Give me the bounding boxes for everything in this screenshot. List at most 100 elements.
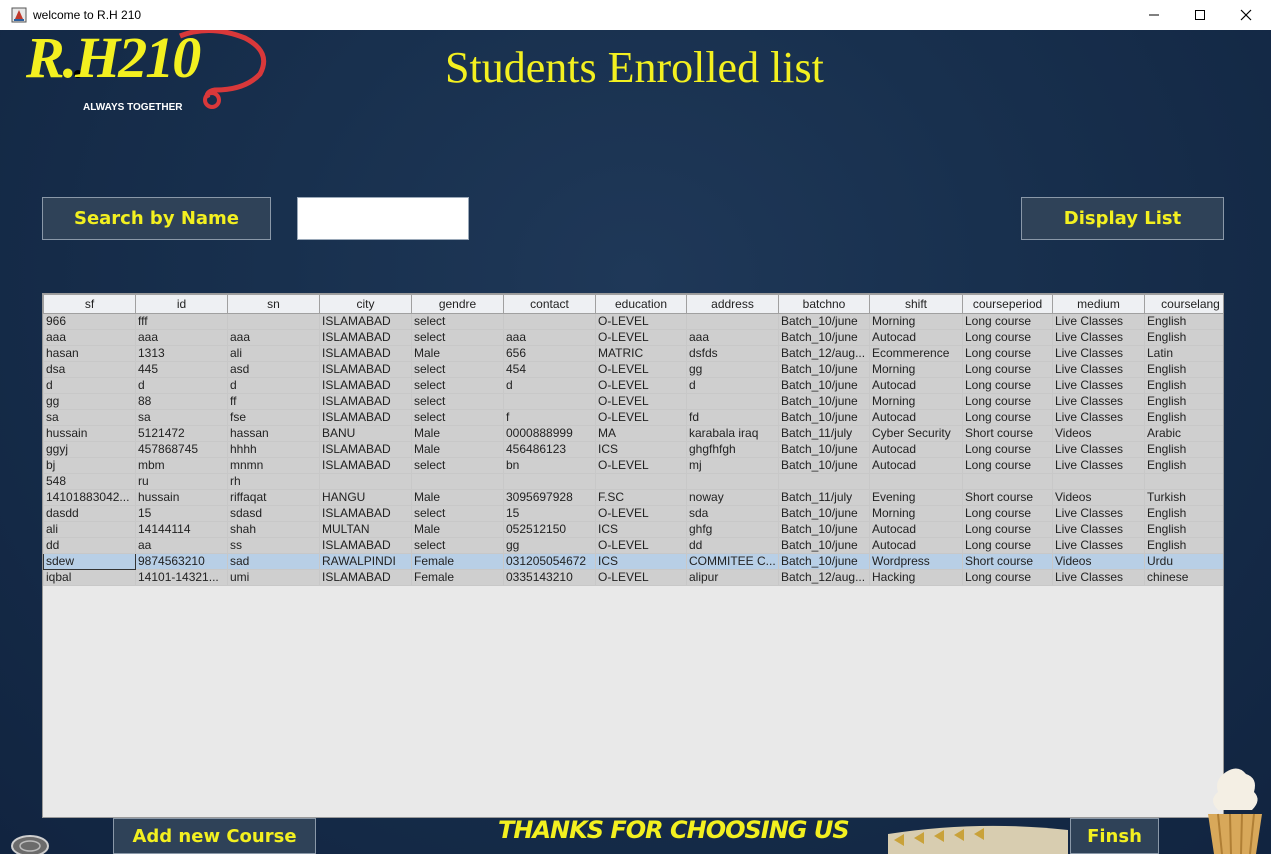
table-cell-medium[interactable]: Videos: [1052, 553, 1145, 570]
table-cell-education[interactable]: ICS: [595, 521, 687, 538]
table-cell-sf[interactable]: ggyj: [43, 441, 136, 458]
table-cell-sn[interactable]: ff: [227, 393, 320, 410]
table-cell-sf[interactable]: dd: [43, 537, 136, 554]
table-cell-city[interactable]: ISLAMABAD: [319, 441, 412, 458]
display-list-button[interactable]: Display List: [1021, 197, 1224, 240]
table-cell-contact[interactable]: aaa: [503, 329, 596, 346]
table-cell-address[interactable]: ghfg: [686, 521, 779, 538]
table-cell-shift[interactable]: Autocad: [869, 409, 963, 426]
column-header-address[interactable]: address: [686, 294, 779, 314]
table-cell-shift[interactable]: Morning: [869, 313, 963, 330]
table-cell-city[interactable]: ISLAMABAD: [319, 505, 412, 522]
table-cell-gendre[interactable]: Male: [411, 521, 504, 538]
table-cell-city[interactable]: ISLAMABAD: [319, 329, 412, 346]
table-row[interactable]: hasan 1313 ali ISLAMABAD Male 656 MATRIC dsfds B…: [43, 345, 1223, 362]
table-cell-education[interactable]: O-LEVEL: [595, 361, 687, 378]
table-cell-address[interactable]: [686, 393, 779, 410]
table-cell-courselang[interactable]: chinese: [1144, 569, 1223, 586]
table-cell-contact[interactable]: 0335143210: [503, 569, 596, 586]
table-cell-batchno[interactable]: [778, 473, 870, 490]
table-row[interactable]: iqbal 14101-14321... umi ISLAMABAD Female 033…: [43, 569, 1223, 586]
table-cell-education[interactable]: ICS: [595, 553, 687, 570]
table-cell-courseperiod[interactable]: Short course: [962, 489, 1053, 506]
table-cell-sn[interactable]: d: [227, 377, 320, 394]
table-cell-courseperiod[interactable]: Long course: [962, 329, 1053, 346]
table-cell-id[interactable]: 15: [135, 505, 228, 522]
table-cell-contact[interactable]: 15: [503, 505, 596, 522]
table-cell-courselang[interactable]: [1144, 473, 1223, 490]
table-cell-education[interactable]: MATRIC: [595, 345, 687, 362]
table-cell-medium[interactable]: Live Classes: [1052, 569, 1145, 586]
table-cell-gendre[interactable]: select: [411, 361, 504, 378]
table-cell-courselang[interactable]: English: [1144, 505, 1223, 522]
table-cell-courselang[interactable]: English: [1144, 521, 1223, 538]
table-cell-city[interactable]: ISLAMABAD: [319, 409, 412, 426]
table-cell-batchno[interactable]: Batch_11/july: [778, 489, 870, 506]
table-cell-courselang[interactable]: English: [1144, 441, 1223, 458]
table-cell-batchno[interactable]: Batch_10/june: [778, 553, 870, 570]
table-cell-courselang[interactable]: Arabic: [1144, 425, 1223, 442]
table-cell-education[interactable]: O-LEVEL: [595, 329, 687, 346]
table-cell-id[interactable]: 457868745: [135, 441, 228, 458]
table-cell-gendre[interactable]: select: [411, 393, 504, 410]
table-cell-courseperiod[interactable]: Long course: [962, 569, 1053, 586]
table-cell-address[interactable]: aaa: [686, 329, 779, 346]
table-cell-shift[interactable]: Hacking: [869, 569, 963, 586]
table-cell-education[interactable]: F.SC: [595, 489, 687, 506]
search-input[interactable]: [297, 197, 469, 240]
table-cell-sf[interactable]: sa: [43, 409, 136, 426]
table-cell-contact[interactable]: 3095697928: [503, 489, 596, 506]
table-cell-medium[interactable]: Videos: [1052, 489, 1145, 506]
table-cell-courselang[interactable]: English: [1144, 393, 1223, 410]
table-cell-batchno[interactable]: Batch_10/june: [778, 409, 870, 426]
table-cell-courselang[interactable]: English: [1144, 361, 1223, 378]
minimize-button[interactable]: [1131, 0, 1177, 30]
table-cell-medium[interactable]: Live Classes: [1052, 329, 1145, 346]
table-cell-courselang[interactable]: Latin: [1144, 345, 1223, 362]
column-header-contact[interactable]: contact: [503, 294, 596, 314]
table-cell-address[interactable]: d: [686, 377, 779, 394]
table-cell-contact[interactable]: [503, 473, 596, 490]
table-row[interactable]: bj mbm mnmn ISLAMABAD select bn O-LEVEL mj Batch…: [43, 457, 1223, 474]
table-cell-courseperiod[interactable]: Short course: [962, 553, 1053, 570]
table-cell-city[interactable]: ISLAMABAD: [319, 345, 412, 362]
column-header-city[interactable]: city: [319, 294, 412, 314]
table-cell-shift[interactable]: Ecommerence: [869, 345, 963, 362]
table-cell-sn[interactable]: rh: [227, 473, 320, 490]
table-cell-sn[interactable]: shah: [227, 521, 320, 538]
column-header-id[interactable]: id: [135, 294, 228, 314]
table-cell-batchno[interactable]: Batch_10/june: [778, 377, 870, 394]
table-cell-gendre[interactable]: Female: [411, 553, 504, 570]
table-cell-education[interactable]: O-LEVEL: [595, 505, 687, 522]
add-new-course-button[interactable]: Add new Course: [113, 818, 316, 854]
table-cell-education[interactable]: O-LEVEL: [595, 313, 687, 330]
table-row[interactable]: hussain 5121472 hassan BANU Male 0000888999 MA…: [43, 425, 1223, 442]
table-cell-batchno[interactable]: Batch_10/june: [778, 457, 870, 474]
column-header-education[interactable]: education: [595, 294, 687, 314]
table-cell-address[interactable]: noway: [686, 489, 779, 506]
column-header-sn[interactable]: sn: [227, 294, 320, 314]
table-cell-id[interactable]: aa: [135, 537, 228, 554]
table-cell-shift[interactable]: Morning: [869, 505, 963, 522]
table-cell-contact[interactable]: 656: [503, 345, 596, 362]
table-cell-medium[interactable]: Live Classes: [1052, 377, 1145, 394]
table-cell-address[interactable]: karabala iraq: [686, 425, 779, 442]
table-cell-shift[interactable]: Cyber Security: [869, 425, 963, 442]
table-cell-id[interactable]: hussain: [135, 489, 228, 506]
table-row[interactable]: aaa aaa aaa ISLAMABAD select aaa O-LEVEL aaa Bat…: [43, 329, 1223, 346]
table-cell-sf[interactable]: 14101883042...: [43, 489, 136, 506]
column-header-batchno[interactable]: batchno: [778, 294, 870, 314]
table-cell-city[interactable]: ISLAMABAD: [319, 361, 412, 378]
table-cell-courselang[interactable]: English: [1144, 457, 1223, 474]
table-cell-city[interactable]: ISLAMABAD: [319, 569, 412, 586]
table-cell-batchno[interactable]: Batch_10/june: [778, 313, 870, 330]
table-row[interactable]: gg 88 ff ISLAMABAD select O-LEVEL Batch_10/jun…: [43, 393, 1223, 410]
table-cell-address[interactable]: alipur: [686, 569, 779, 586]
close-button[interactable]: [1223, 0, 1269, 30]
table-cell-gendre[interactable]: select: [411, 537, 504, 554]
table-cell-education[interactable]: O-LEVEL: [595, 569, 687, 586]
table-cell-id[interactable]: fff: [135, 313, 228, 330]
table-cell-contact[interactable]: d: [503, 377, 596, 394]
maximize-button[interactable]: [1177, 0, 1223, 30]
table-cell-education[interactable]: [595, 473, 687, 490]
